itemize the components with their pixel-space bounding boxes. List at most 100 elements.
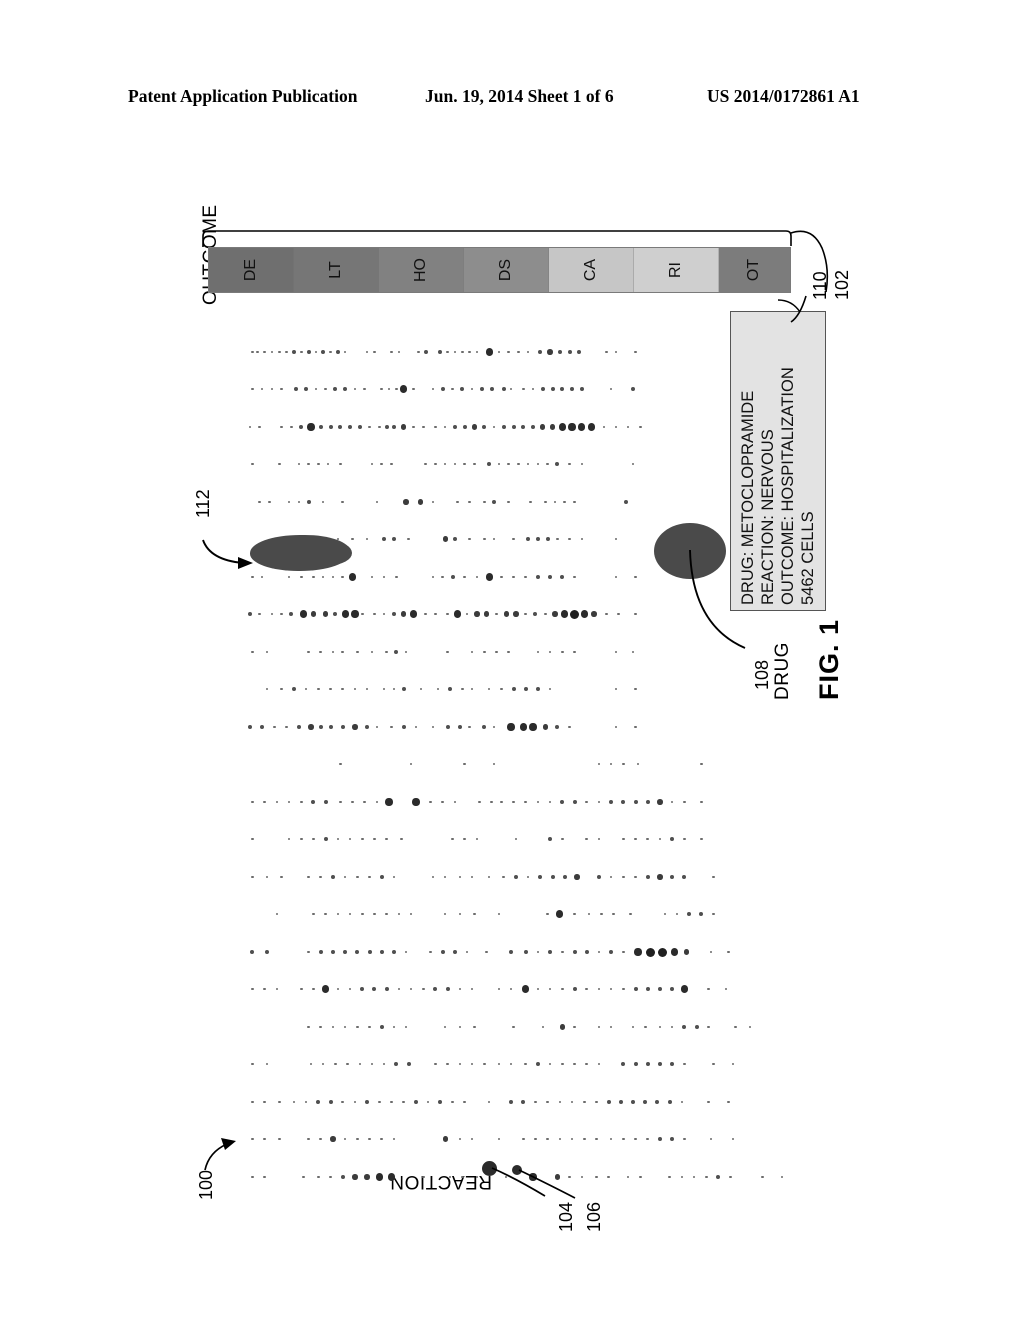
matrix-cell[interactable] bbox=[597, 837, 601, 841]
matrix-cell[interactable] bbox=[699, 912, 704, 916]
matrix-cell[interactable] bbox=[541, 1025, 545, 1029]
matrix-cell[interactable] bbox=[634, 575, 637, 579]
matrix-cell[interactable] bbox=[307, 950, 310, 954]
matrix-cell[interactable] bbox=[317, 1175, 320, 1179]
matrix-cell[interactable] bbox=[326, 462, 330, 466]
matrix-cell[interactable] bbox=[352, 1174, 358, 1180]
matrix-cell[interactable] bbox=[251, 1062, 254, 1066]
matrix-cell[interactable] bbox=[323, 800, 328, 804]
matrix-cell[interactable] bbox=[275, 987, 279, 991]
matrix-cell[interactable] bbox=[394, 650, 399, 654]
matrix-cell[interactable] bbox=[487, 687, 491, 691]
matrix-cell[interactable] bbox=[560, 575, 565, 579]
matrix-cell[interactable] bbox=[440, 387, 445, 391]
matrix-cell[interactable] bbox=[260, 575, 264, 579]
matrix-cell[interactable] bbox=[265, 875, 269, 879]
matrix-cell[interactable] bbox=[555, 462, 560, 466]
matrix-cell[interactable] bbox=[535, 1062, 540, 1066]
matrix-cell[interactable] bbox=[409, 610, 418, 618]
matrix-cell[interactable] bbox=[322, 611, 329, 617]
matrix-cell[interactable] bbox=[318, 950, 323, 954]
matrix-cell[interactable] bbox=[507, 462, 510, 466]
matrix-cell[interactable] bbox=[353, 1100, 357, 1104]
matrix-cell[interactable] bbox=[523, 687, 528, 691]
matrix-cell[interactable] bbox=[340, 725, 345, 729]
matrix-cell[interactable] bbox=[523, 950, 528, 954]
matrix-cell[interactable] bbox=[421, 1175, 425, 1179]
matrix-cell[interactable] bbox=[497, 1062, 501, 1066]
matrix-cell[interactable] bbox=[631, 1100, 636, 1104]
matrix-cell[interactable] bbox=[287, 500, 291, 504]
matrix-cell[interactable] bbox=[682, 1025, 687, 1029]
matrix-cell[interactable] bbox=[548, 950, 553, 954]
matrix-cell[interactable] bbox=[670, 1062, 675, 1066]
matrix-cell[interactable] bbox=[707, 987, 710, 991]
matrix-cell[interactable] bbox=[631, 387, 636, 391]
matrix-cell[interactable] bbox=[263, 1175, 266, 1179]
matrix-cell[interactable] bbox=[319, 650, 323, 654]
matrix-cell[interactable] bbox=[709, 950, 713, 954]
matrix-cell[interactable] bbox=[330, 875, 335, 879]
matrix-cell[interactable] bbox=[692, 1175, 696, 1179]
matrix-cell[interactable] bbox=[277, 1100, 281, 1104]
matrix-cell[interactable] bbox=[348, 987, 352, 991]
matrix-cell[interactable] bbox=[375, 500, 379, 504]
matrix-cell[interactable] bbox=[519, 723, 527, 731]
matrix-cell[interactable] bbox=[375, 800, 379, 804]
matrix-cell[interactable] bbox=[434, 425, 437, 429]
matrix-cell[interactable] bbox=[443, 912, 447, 916]
matrix-cell[interactable] bbox=[356, 875, 359, 879]
matrix-cell[interactable] bbox=[285, 725, 288, 729]
matrix-cell[interactable] bbox=[684, 949, 690, 955]
matrix-cell[interactable] bbox=[395, 387, 398, 391]
matrix-cell[interactable] bbox=[534, 1137, 537, 1141]
matrix-cell[interactable] bbox=[460, 687, 464, 691]
matrix-cell[interactable] bbox=[365, 537, 369, 541]
matrix-cell[interactable] bbox=[560, 800, 565, 804]
matrix-cell[interactable] bbox=[308, 724, 314, 730]
matrix-cell[interactable] bbox=[287, 837, 291, 841]
matrix-cell[interactable] bbox=[312, 912, 315, 916]
matrix-cell[interactable] bbox=[280, 425, 283, 429]
matrix-cell[interactable] bbox=[348, 912, 352, 916]
matrix-cell[interactable] bbox=[401, 725, 406, 729]
outcome-segment-ri[interactable]: RI bbox=[633, 248, 719, 292]
matrix-cell[interactable] bbox=[682, 875, 687, 879]
matrix-cell[interactable] bbox=[404, 1025, 408, 1029]
matrix-cell[interactable] bbox=[453, 610, 461, 618]
matrix-cell[interactable] bbox=[712, 875, 715, 879]
matrix-cell[interactable] bbox=[356, 650, 359, 654]
matrix-cell[interactable] bbox=[548, 687, 552, 691]
matrix-cell[interactable] bbox=[470, 1137, 474, 1141]
matrix-cell[interactable] bbox=[780, 1175, 784, 1179]
matrix-cell[interactable] bbox=[497, 350, 501, 354]
matrix-cell[interactable] bbox=[443, 425, 447, 429]
matrix-cell[interactable] bbox=[382, 612, 386, 616]
matrix-cell[interactable] bbox=[319, 1137, 323, 1141]
matrix-cell[interactable] bbox=[497, 912, 501, 916]
matrix-cell[interactable] bbox=[407, 537, 410, 541]
matrix-cell[interactable] bbox=[645, 875, 650, 879]
matrix-cell[interactable] bbox=[260, 387, 264, 391]
matrix-cell[interactable] bbox=[512, 575, 515, 579]
matrix-cell[interactable] bbox=[634, 1137, 637, 1141]
matrix-cell[interactable] bbox=[401, 424, 407, 430]
matrix-cell[interactable] bbox=[250, 950, 255, 954]
matrix-cell[interactable] bbox=[700, 837, 703, 841]
matrix-cell[interactable] bbox=[392, 1137, 396, 1141]
matrix-cell[interactable] bbox=[270, 350, 274, 354]
matrix-cell[interactable] bbox=[351, 537, 354, 541]
matrix-cell[interactable] bbox=[400, 385, 408, 393]
matrix-cell[interactable] bbox=[558, 1100, 562, 1104]
matrix-cell[interactable] bbox=[343, 875, 347, 879]
matrix-cell[interactable] bbox=[634, 612, 637, 616]
matrix-cell[interactable] bbox=[248, 725, 252, 729]
matrix-cell[interactable] bbox=[248, 612, 252, 616]
matrix-cell[interactable] bbox=[445, 987, 450, 991]
matrix-cell[interactable] bbox=[329, 1175, 332, 1179]
matrix-cell[interactable] bbox=[413, 1100, 418, 1104]
matrix-cell[interactable] bbox=[646, 837, 649, 841]
matrix-cell[interactable] bbox=[657, 1137, 662, 1141]
matrix-cell[interactable] bbox=[248, 425, 252, 429]
matrix-cell[interactable] bbox=[497, 1137, 501, 1141]
